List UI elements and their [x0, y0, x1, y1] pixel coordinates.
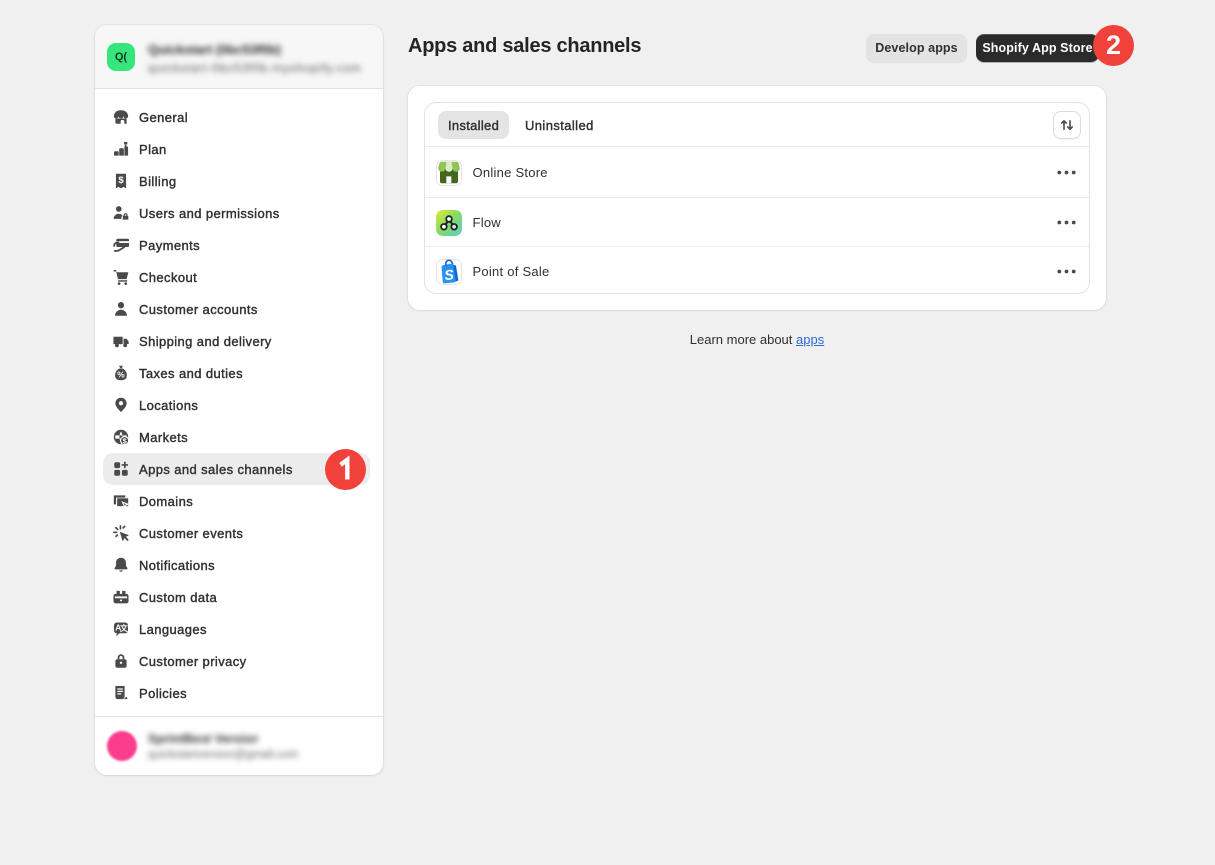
svg-text:%: % [117, 369, 125, 379]
svg-text:$: $ [122, 436, 127, 445]
svg-text:文: 文 [120, 623, 128, 633]
svg-text:$: $ [118, 175, 124, 186]
